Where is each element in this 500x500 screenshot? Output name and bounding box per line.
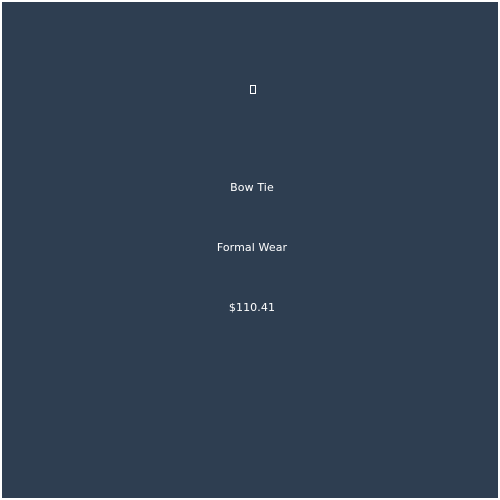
- product-category: Formal Wear: [216, 241, 288, 254]
- product-card[interactable]: Bow Tie Formal Wear $110.41: [4, 4, 500, 500]
- product-card-frame: Bow Tie Formal Wear $110.41: [0, 0, 500, 500]
- placeholder-box-icon: [250, 85, 256, 94]
- product-price: $110.41: [228, 301, 276, 314]
- product-name: Bow Tie: [230, 181, 274, 194]
